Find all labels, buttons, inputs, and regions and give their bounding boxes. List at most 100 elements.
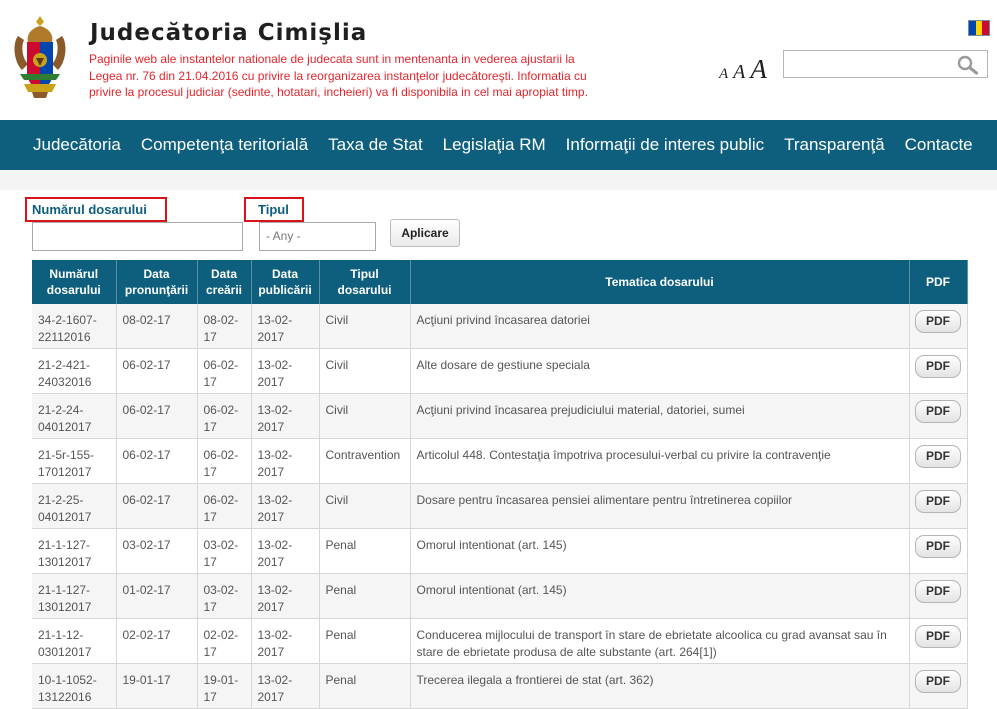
pdf-download-button[interactable]: PDF: [915, 355, 961, 378]
main-navigation: Judecătoria Competenţa teritorială Taxa …: [0, 120, 997, 170]
coat-of-arms-icon[interactable]: [10, 14, 70, 100]
table-row: 21-5r-155-17012017 06-02-17 06-02-17 13-…: [32, 438, 968, 484]
pdf-download-button[interactable]: PDF: [915, 400, 961, 423]
cell-case-type: Penal: [319, 528, 411, 574]
cell-created-date: 06-02-17: [197, 483, 252, 529]
cell-published-date: 13-02-2017: [251, 663, 320, 709]
column-header-pronounce-date[interactable]: Data pronunţării: [116, 260, 198, 304]
cell-pronounce-date: 01-02-17: [116, 573, 198, 619]
cell-created-date: 03-02-17: [197, 573, 252, 619]
cell-subject: Acţiuni privind încasarea datoriei: [410, 304, 910, 349]
flag-stripe-red: [982, 21, 990, 35]
cell-pdf: PDF: [909, 393, 968, 439]
cell-subject: Articolul 448. Contestaţia împotriva pro…: [410, 438, 910, 484]
cell-subject: Acţiuni privind încasarea prejudiciului …: [410, 393, 910, 439]
case-number-input[interactable]: [32, 222, 243, 251]
cell-pdf: PDF: [909, 348, 968, 394]
type-select[interactable]: - Any -: [259, 222, 376, 251]
cell-subject: Alte dosare de gestiune speciala: [410, 348, 910, 394]
cases-table: Numărul dosarului Data pronunţării Data …: [32, 260, 968, 709]
table-header-row: Numărul dosarului Data pronunţării Data …: [32, 260, 968, 304]
column-header-created-date[interactable]: Data creării: [197, 260, 252, 304]
cell-published-date: 13-02-2017: [251, 348, 320, 394]
pdf-download-button[interactable]: PDF: [915, 670, 961, 693]
cell-case-type: Civil: [319, 348, 411, 394]
cell-pdf: PDF: [909, 438, 968, 484]
table-row: 21-1-127-13012017 03-02-17 03-02-17 13-0…: [32, 528, 968, 574]
column-header-subject[interactable]: Tematica dosarului: [410, 260, 910, 304]
cell-created-date: 02-02-17: [197, 618, 252, 664]
column-header-case-type[interactable]: Tipul dosarului: [319, 260, 411, 304]
cell-created-date: 06-02-17: [197, 348, 252, 394]
cell-pronounce-date: 08-02-17: [116, 304, 198, 349]
nav-item-transparenta[interactable]: Transparenţă: [774, 135, 894, 155]
cell-published-date: 13-02-2017: [251, 528, 320, 574]
nav-item-legislatia-rm[interactable]: Legislaţia RM: [433, 135, 556, 155]
cell-subject: Trecerea ilegala a frontierei de stat (a…: [410, 663, 910, 709]
pdf-download-button[interactable]: PDF: [915, 310, 961, 333]
cell-case-type: Penal: [319, 573, 411, 619]
cell-case-type: Civil: [319, 304, 411, 349]
cell-pdf: PDF: [909, 304, 968, 349]
table-row: 21-1-12-03012017 02-02-17 02-02-17 13-02…: [32, 618, 968, 664]
nav-item-contacte[interactable]: Contacte: [895, 135, 983, 155]
font-size-small-button[interactable]: A: [719, 66, 728, 82]
cell-pdf: PDF: [909, 528, 968, 574]
cell-pronounce-date: 19-01-17: [116, 663, 198, 709]
pdf-download-button[interactable]: PDF: [915, 625, 961, 648]
cell-created-date: 03-02-17: [197, 528, 252, 574]
cell-subject: Conducerea mijlocului de transport în st…: [410, 618, 910, 664]
nav-item-competenta-teritoriala[interactable]: Competenţa teritorială: [131, 135, 318, 155]
search-icon[interactable]: [957, 55, 979, 75]
cell-pronounce-date: 06-02-17: [116, 348, 198, 394]
cell-created-date: 06-02-17: [197, 393, 252, 439]
cell-pronounce-date: 02-02-17: [116, 618, 198, 664]
cell-pdf: PDF: [909, 483, 968, 529]
cell-case-number: 10-1-1052-13122016: [32, 663, 117, 709]
cell-case-type: Civil: [319, 483, 411, 529]
cell-pronounce-date: 06-02-17: [116, 438, 198, 484]
cell-pronounce-date: 03-02-17: [116, 528, 198, 574]
nav-item-informatii-interes-public[interactable]: Informaţii de interes public: [556, 135, 774, 155]
font-size-controls: A A A: [719, 54, 768, 85]
site-header: Judecătoria Cimişlia Paginile web ale in…: [0, 0, 997, 120]
cell-case-type: Penal: [319, 663, 411, 709]
table-row: 34-2-1607-22112016 08-02-17 08-02-17 13-…: [32, 304, 968, 349]
cell-pronounce-date: 06-02-17: [116, 483, 198, 529]
nav-item-taxa-de-stat[interactable]: Taxa de Stat: [318, 135, 433, 155]
apply-button[interactable]: Aplicare: [390, 219, 460, 247]
pdf-download-button[interactable]: PDF: [915, 490, 961, 513]
cell-published-date: 13-02-2017: [251, 304, 320, 349]
content-top-strip: [0, 170, 997, 190]
search-input[interactable]: [788, 52, 957, 78]
table-row: 21-2-24-04012017 06-02-17 06-02-17 13-02…: [32, 393, 968, 439]
cell-published-date: 13-02-2017: [251, 618, 320, 664]
column-header-published-date[interactable]: Data publicării: [251, 260, 320, 304]
cell-created-date: 06-02-17: [197, 438, 252, 484]
cell-case-number: 21-1-127-13012017: [32, 573, 117, 619]
cell-created-date: 08-02-17: [197, 304, 252, 349]
cell-pdf: PDF: [909, 663, 968, 709]
pdf-download-button[interactable]: PDF: [915, 580, 961, 603]
pdf-download-button[interactable]: PDF: [915, 535, 961, 558]
table-row: 10-1-1052-13122016 19-01-17 19-01-17 13-…: [32, 663, 968, 709]
cell-case-number: 21-2-24-04012017: [32, 393, 117, 439]
language-flag-icon[interactable]: [968, 20, 990, 36]
cell-case-number: 21-1-12-03012017: [32, 618, 117, 664]
table-row: 21-2-25-04012017 06-02-17 06-02-17 13-02…: [32, 483, 968, 529]
cell-subject: Omorul intentionat (art. 145): [410, 528, 910, 574]
maintenance-notice: Paginile web ale instantelor nationale d…: [89, 52, 588, 99]
filter-area: Numărul dosarului Tipul - Any - Aplicare: [0, 190, 997, 260]
font-size-medium-button[interactable]: A: [733, 61, 745, 83]
cell-case-type: Contravention: [319, 438, 411, 484]
cell-case-number: 21-2-25-04012017: [32, 483, 117, 529]
cell-case-number: 21-2-421-24032016: [32, 348, 117, 394]
table-row: 21-2-421-24032016 06-02-17 06-02-17 13-0…: [32, 348, 968, 394]
cell-subject: Dosare pentru încasarea pensiei alimenta…: [410, 483, 910, 529]
site-title[interactable]: Judecătoria Cimişlia: [90, 20, 367, 46]
column-header-case-number[interactable]: Numărul dosarului: [32, 260, 117, 304]
table-row: 21-1-127-13012017 01-02-17 03-02-17 13-0…: [32, 573, 968, 619]
font-size-large-button[interactable]: A: [750, 54, 767, 84]
pdf-download-button[interactable]: PDF: [915, 445, 961, 468]
nav-item-judecatoria[interactable]: Judecătoria: [0, 135, 131, 155]
